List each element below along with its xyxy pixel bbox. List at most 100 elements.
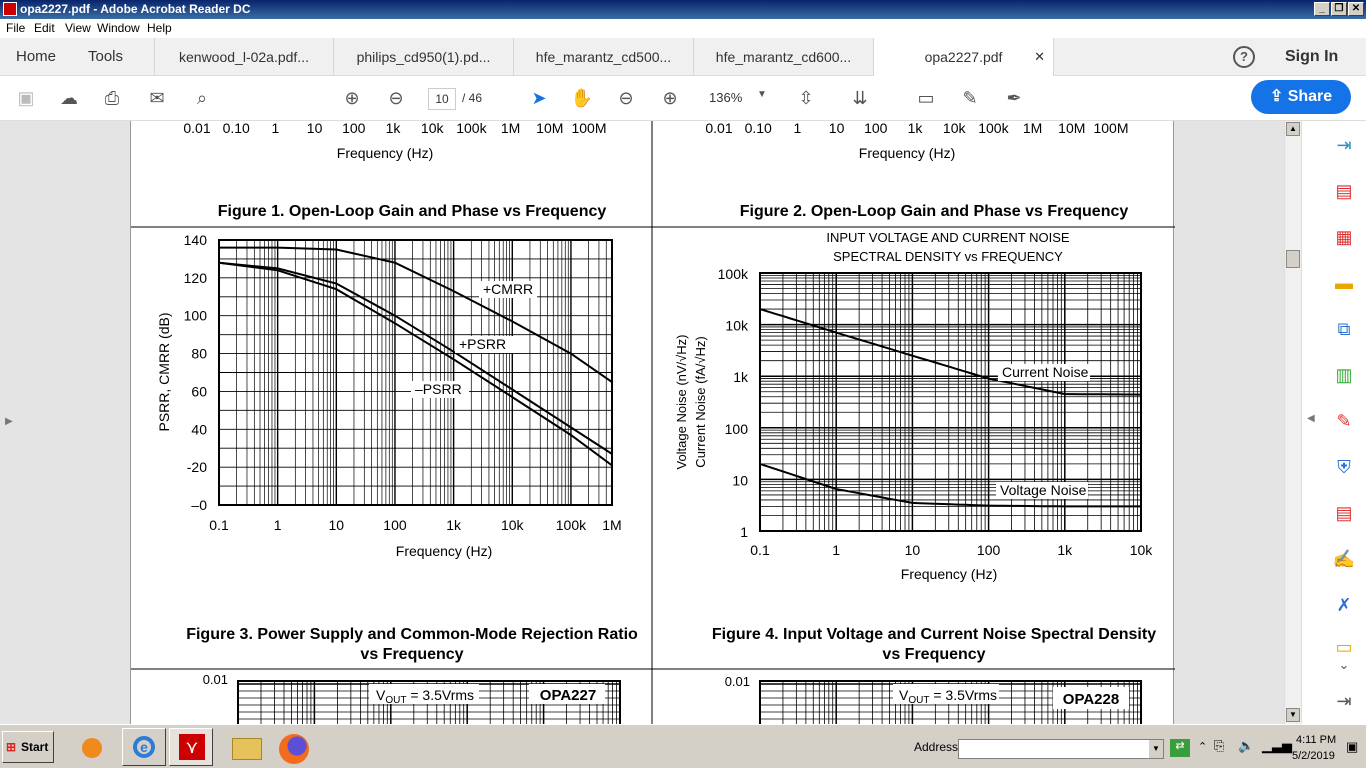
comment-icon[interactable]: ▭ [914,86,938,110]
collapse-panel-icon[interactable]: ◀ [1307,413,1315,424]
go-button[interactable]: ⇄ [1170,739,1190,757]
clock-date: 5/2/2019 [1292,750,1335,762]
top-tick-label: 10 [829,121,845,136]
fit-page-icon[interactable]: ⇳ [794,86,818,110]
select-tool-icon[interactable]: ➤ [527,86,551,110]
document-area[interactable]: ▶ 0.01 0.10 1 10 100 1k 10k 100k 1M 10M 100M 0.01 0… [0,121,1284,724]
series-label: +CMRR [483,281,533,297]
y-tick-label: 60 [191,383,207,399]
address-dropdown-icon[interactable]: ▼ [1149,740,1163,758]
help-icon[interactable]: ? [1233,46,1255,68]
menu-help[interactable]: Help [147,21,172,35]
export-pdf-icon[interactable]: ⇥ [1332,133,1356,157]
y-tick-label: 40 [191,421,207,437]
fill-sign-icon[interactable]: ✎ [1332,409,1356,433]
doc-tab-active[interactable]: opa2227.pdf ✕ [874,38,1054,76]
zoom-dropdown-icon[interactable]: ▼ [757,89,767,100]
top-tick-label: 100M [1093,121,1128,136]
show-desktop-icon[interactable]: ▣ [1346,739,1358,755]
partial-chart-right: 0.01 VOUT = 3.5Vrms OPA228 [725,674,1142,724]
page-down-icon[interactable]: ⊖ [384,86,408,110]
top-tick-label: 0.01 [183,121,210,136]
organize-pages-icon[interactable]: ▥ [1332,363,1356,387]
volume-icon[interactable]: 🔈 [1238,738,1254,754]
search-icon[interactable]: ⌕ [190,86,214,110]
menu-window[interactable]: Window [97,21,140,35]
send-for-review-icon[interactable]: ▤ [1332,501,1356,525]
vertical-scrollbar[interactable]: ▲ ▼ [1284,121,1301,724]
close-button[interactable]: ✕ [1348,2,1364,16]
doc-tab[interactable]: kenwood_l-02a.pdf... [154,38,334,76]
sign-icon[interactable]: ✒ [1002,86,1026,110]
tray-expand-icon[interactable]: ⌃ [1198,740,1207,753]
signal-icon[interactable]: ▁▃▅ [1262,738,1292,754]
highlight-icon[interactable]: ✎ [958,86,982,110]
y-axis-label-current: Current Noise (fA/√Hz) [693,336,708,467]
y-tick-label: -20 [187,459,207,475]
start-button[interactable]: ⊞ Start [2,731,54,763]
scroll-mode-icon[interactable]: ⇊ [848,86,872,110]
edit-pdf-icon[interactable]: ▦ [1332,225,1356,249]
menu-view[interactable]: View [65,21,91,35]
restore-button[interactable]: ❐ [1331,2,1347,16]
page-total: / 46 [462,91,483,105]
tab-home[interactable]: Home [16,38,56,76]
chart-title: INPUT VOLTAGE AND CURRENT NOISE [826,230,1070,245]
x-tick-label: 1k [446,517,462,533]
comment-tool-icon[interactable]: ▬ [1332,271,1356,295]
network-tray-icon[interactable]: ⎘ [1214,738,1224,754]
media-player-icon[interactable] [70,728,114,766]
print-icon[interactable]: ⎙ [100,86,124,110]
chart-subtitle: SPECTRAL DENSITY vs FREQUENCY [833,249,1063,264]
sign-in-button[interactable]: Sign In [1285,38,1338,76]
page-number-input[interactable]: 10 [428,88,456,110]
top-tick-label: 10k [943,121,967,136]
top-tick-label: 100k [978,121,1009,136]
upload-cloud-icon[interactable]: ☁ [57,86,81,110]
opa227-label: OPA227 [540,687,596,704]
zoom-in-icon[interactable]: ⊕ [658,86,682,110]
y-tick-label: 100k [718,266,749,282]
email-icon[interactable]: ✉ [145,86,169,110]
create-pdf-icon[interactable]: ▤ [1332,179,1356,203]
doc-tab[interactable]: philips_cd950(1).pd... [334,38,514,76]
send-for-signature-icon[interactable]: ✗ [1332,593,1356,617]
page-content: 0.01 0.10 1 10 100 1k 10k 100k 1M 10M 100M 0.01 0.1… [131,121,1175,724]
zoom-level[interactable]: 136% [709,90,742,105]
top-tick-label: 10M [536,121,563,136]
scroll-up-icon[interactable]: ▲ [1286,122,1300,136]
tab-tools[interactable]: Tools [88,38,123,76]
firefox-icon[interactable] [273,728,317,766]
scroll-thumb[interactable] [1286,250,1300,268]
left-panel-toggle-icon[interactable]: ▶ [5,416,13,427]
address-label: Address [914,740,959,754]
page-up-icon[interactable]: ⊕ [340,86,364,110]
zoom-out-icon[interactable]: ⊖ [614,86,638,110]
acrobat-taskbar-icon[interactable]: ⋎ [169,728,213,766]
combine-files-icon[interactable]: ⧉ [1332,317,1356,341]
menu-file[interactable]: File [6,21,25,35]
close-tab-icon[interactable]: ✕ [1034,38,1045,76]
y-tick-label: 1k [733,369,749,385]
y-tick-label: –0 [191,497,207,513]
scroll-down-icon[interactable]: ▼ [1286,708,1300,722]
hand-tool-icon[interactable]: ✋ [570,86,594,110]
doc-tab[interactable]: hfe_marantz_cd600... [694,38,874,76]
save-icon[interactable]: ▣ [14,86,38,110]
share-button[interactable]: ⇪ Share [1251,80,1351,114]
chevron-down-icon[interactable]: ⌄ [1332,653,1356,677]
x-tick-label: 100 [383,517,407,533]
top-tick-label: 1M [501,121,520,136]
protect-icon[interactable]: ⛨ [1332,455,1356,479]
menu-bar: File Edit View Window Help [0,19,1366,38]
collapse-right-icon[interactable]: ⇥ [1332,689,1356,713]
menu-edit[interactable]: Edit [34,21,55,35]
file-explorer-icon[interactable] [226,728,270,766]
address-input[interactable]: ▼ [958,739,1164,759]
minimize-button[interactable]: _ [1314,2,1330,16]
doc-tab[interactable]: hfe_marantz_cd500... [514,38,694,76]
internet-explorer-icon[interactable]: e [122,728,166,766]
tab-bar: Home Tools kenwood_l-02a.pdf... philips_… [0,38,1366,76]
signature-icon[interactable]: ✍ [1332,547,1356,571]
figure-1-caption: Figure 1. Open-Loop Gain and Phase vs Fr… [218,203,607,220]
